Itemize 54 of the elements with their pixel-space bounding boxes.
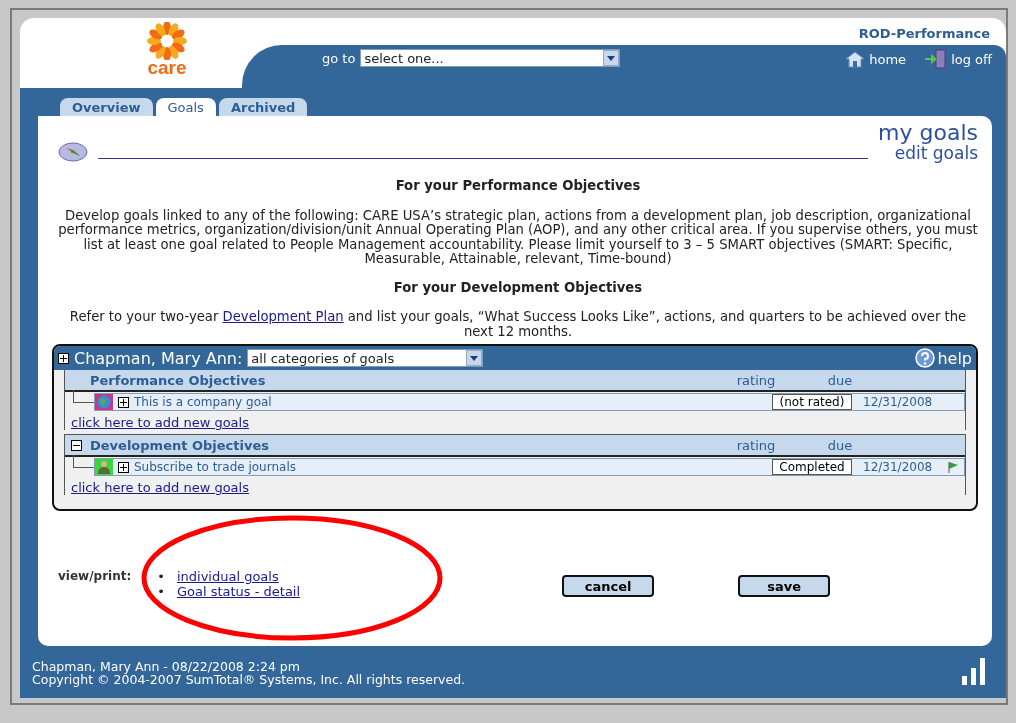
instructions-paragraph: Refer to your two-year Development Plan and list your goals, “What Success Looks Like”, actions, and quarters to be achieved over the next 12 months. bbox=[68, 310, 968, 339]
flag-icon bbox=[947, 461, 959, 473]
help-link[interactable]: help bbox=[915, 348, 972, 368]
add-goals-link[interactable]: click here to add new goals bbox=[71, 415, 965, 430]
bullet: • bbox=[157, 569, 165, 584]
rating-value: Completed bbox=[772, 459, 852, 475]
report-link[interactable]: Goal status - detail bbox=[176, 584, 301, 599]
expand-icon[interactable] bbox=[118, 396, 129, 408]
column-header: rating bbox=[735, 437, 777, 453]
home-link[interactable]: home bbox=[844, 50, 907, 68]
collapse-icon[interactable] bbox=[71, 439, 82, 451]
section-heading: For your Development Objectives bbox=[392, 280, 644, 295]
development-plan-link[interactable]: Development Plan bbox=[222, 309, 344, 324]
user-timestamp: Chapman, Mary Ann - 08/22/2008 2:24 pm bbox=[32, 660, 300, 673]
person-icon bbox=[95, 459, 113, 475]
bullet: • bbox=[157, 584, 165, 599]
goal-title[interactable]: This is a company goal bbox=[134, 395, 767, 409]
category-dropdown[interactable]: all categories of goals bbox=[247, 349, 484, 367]
rating-value: (not rated) bbox=[772, 394, 852, 410]
report-link[interactable]: individual goals bbox=[176, 569, 279, 584]
page-title: my goals bbox=[878, 122, 978, 144]
tab[interactable]: Overview bbox=[60, 98, 153, 116]
goal-title[interactable]: Subscribe to trade journals bbox=[134, 460, 767, 474]
expand-icon[interactable] bbox=[58, 352, 69, 364]
column-header: due bbox=[826, 437, 854, 453]
view-print-label: view/print: bbox=[58, 569, 132, 583]
copyright-text: Copyright © 2004-2007 SumTotal® Systems, Inc. All rights reserved. bbox=[32, 673, 466, 686]
help-icon bbox=[915, 348, 936, 368]
page-subtitle: edit goals bbox=[894, 144, 978, 163]
section-heading: For your Performance Objectives bbox=[394, 179, 642, 194]
compass-icon bbox=[58, 141, 88, 163]
tab[interactable]: Archived bbox=[218, 98, 308, 116]
goto-label: go to bbox=[322, 50, 356, 66]
logo-text: care bbox=[147, 60, 187, 76]
goto-dropdown[interactable]: select one... bbox=[360, 49, 621, 67]
action-button[interactable]: save bbox=[738, 575, 831, 597]
column-header: rating bbox=[735, 372, 777, 388]
app-title: ROD-Performance bbox=[858, 26, 990, 41]
globe-icon bbox=[95, 394, 113, 410]
expand-icon[interactable] bbox=[118, 461, 129, 473]
house-icon bbox=[844, 50, 867, 68]
instructions-paragraph: Develop goals linked to any of the following: CARE USA’s strategic plan, actions from a development plan, job description, organizational performance metrics, organization/division/unit Annual Operating Plan (AOP), and any other critical area. If you supervise others, you must list at least one goal related to People Management accountability. Please limit yourself to 3 – 5 SMART objectives (SMART: Specific, Measurable, Attainable, relevant, Time-bound) bbox=[57, 208, 979, 267]
bar-chart-logo-icon bbox=[960, 656, 988, 686]
due-date: 12/31/2008 bbox=[862, 395, 934, 409]
add-goals-link[interactable]: click here to add new goals bbox=[71, 480, 965, 495]
group-heading: Development Objectives bbox=[90, 437, 270, 453]
column-header: due bbox=[826, 372, 854, 388]
tab[interactable]: Goals bbox=[155, 98, 216, 116]
group-heading: Performance Objectives bbox=[90, 372, 267, 388]
action-button[interactable]: cancel bbox=[562, 575, 655, 597]
logoff-link[interactable]: log off bbox=[924, 49, 992, 69]
due-date: 12/31/2008 bbox=[862, 460, 934, 474]
employee-name: Chapman, Mary Ann: bbox=[74, 348, 243, 368]
exit-door-icon bbox=[924, 49, 949, 69]
